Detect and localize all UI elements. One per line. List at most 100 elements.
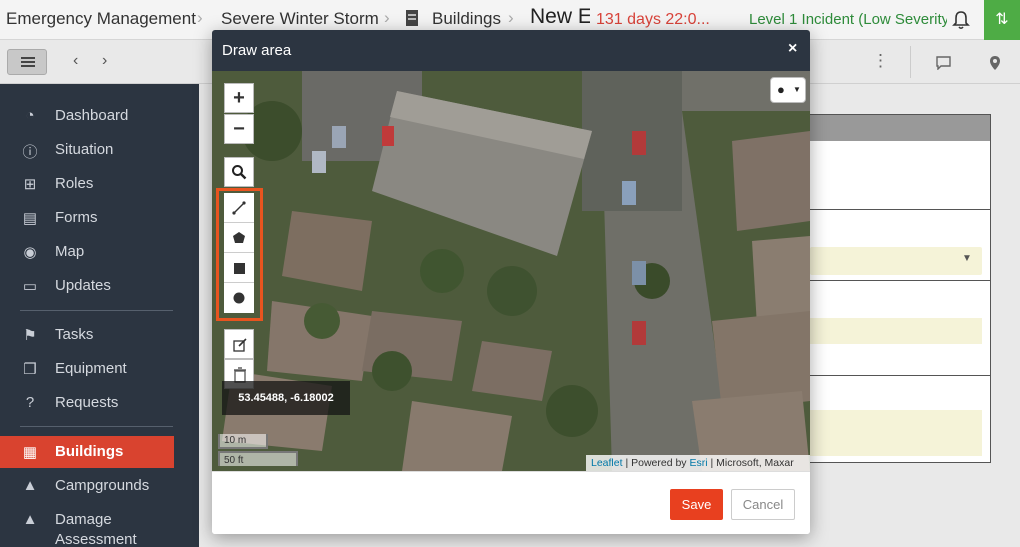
sidebar-item-label: Dashboard	[55, 107, 129, 124]
cursor-coordinates: 53.45488, -6.18002	[222, 381, 350, 415]
form-icon: ▤	[22, 210, 38, 227]
breadcrumb-separator-icon: ›	[384, 8, 390, 27]
globe-icon: ◉	[23, 244, 37, 261]
back-arrow-icon[interactable]: ‹	[73, 52, 78, 70]
draw-circle-button[interactable]	[224, 283, 254, 313]
incident-level-badge[interactable]: Level 1 Incident (Low Severity)	[749, 11, 947, 28]
sidebar-item-requests[interactable]: ? Requests	[0, 387, 199, 419]
zoom-in-button[interactable]: +	[224, 83, 254, 113]
breadcrumb-separator-icon: ›	[197, 8, 203, 27]
incident-timer: 131 days 22:0...	[596, 11, 710, 28]
modal-title: Draw area	[222, 42, 292, 59]
leaflet-link[interactable]: Leaflet	[591, 457, 623, 469]
close-icon[interactable]: ×	[788, 40, 797, 58]
draw-polygon-button[interactable]	[224, 223, 254, 253]
sidebar-item-label: Equipment	[55, 360, 127, 377]
forward-arrow-icon[interactable]: ›	[102, 52, 107, 70]
sidebar-item-label: Buildings	[55, 443, 124, 460]
sidebar-item-label: Tasks	[55, 326, 94, 343]
sidebar-item-label: Damage Assessment	[55, 511, 137, 547]
chevron-down-icon: ▼	[962, 253, 972, 264]
menu-toggle-button[interactable]	[7, 49, 47, 75]
sidebar-item-roles[interactable]: ⊞ Roles	[0, 168, 199, 200]
circle-icon	[233, 292, 245, 304]
sidebar-item-label: Updates	[55, 277, 111, 294]
textarea-field[interactable]	[810, 410, 982, 456]
flag-icon: ⚑	[23, 327, 37, 344]
layer-switcher-button[interactable]: ● ▼	[770, 77, 806, 103]
comment-icon[interactable]	[936, 56, 951, 70]
scale-bar-imperial: 50 ft	[218, 451, 298, 466]
swap-arrows-icon: ⇅	[995, 11, 1009, 28]
breadcrumb-severe-winter-storm[interactable]: Severe Winter Storm	[221, 9, 379, 29]
zoom-out-button[interactable]: −	[224, 114, 254, 144]
cubes-icon: ❒	[23, 361, 37, 378]
draw-rectangle-button[interactable]	[224, 253, 254, 283]
sidebar: ◔ Dashboard ⓘ Situation ⊞ Roles ▤ Forms …	[0, 84, 199, 547]
page-title: New E	[530, 5, 590, 28]
warning-icon: ▲	[22, 511, 38, 528]
sidebar-item-updates[interactable]: ▭ Updates	[0, 270, 199, 302]
info-icon: ⓘ	[22, 144, 38, 161]
sidebar-item-map[interactable]: ◉ Map	[0, 236, 199, 268]
sort-toggle-button[interactable]: ⇅	[984, 0, 1020, 40]
form-card-2	[809, 375, 991, 463]
caret-down-icon: ▼	[793, 85, 801, 94]
attribution-providers: | Microsoft, Maxar	[710, 457, 794, 469]
sidebar-item-forms[interactable]: ▤ Forms	[0, 202, 199, 234]
building-icon: ▦	[22, 444, 38, 461]
sidebar-item-label: Roles	[55, 175, 94, 192]
save-button[interactable]: Save	[670, 489, 723, 520]
search-icon	[232, 165, 247, 180]
breadcrumb-separator-icon: ›	[508, 8, 514, 27]
polyline-icon	[232, 201, 246, 215]
bell-icon[interactable]	[952, 10, 970, 30]
search-button[interactable]	[224, 157, 254, 187]
sidebar-item-campgrounds[interactable]: ▲ Campgrounds	[0, 470, 199, 502]
more-vertical-icon[interactable]: ⋮	[872, 51, 889, 71]
cancel-button[interactable]: Cancel	[731, 489, 795, 520]
draw-area-modal: Draw area × + − ● ▼ 53.45488, -6.18002 1…	[212, 30, 810, 534]
sidebar-item-label: Requests	[55, 394, 119, 411]
hamburger-icon	[21, 57, 35, 59]
sidebar-item-label: Campgrounds	[55, 477, 150, 494]
sidebar-item-dashboard[interactable]: ◔ Dashboard	[0, 100, 199, 132]
sidebar-item-equipment[interactable]: ❒ Equipment	[0, 353, 199, 385]
campground-icon: ▲	[22, 477, 38, 494]
map-canvas[interactable]: + − ● ▼ 53.45488, -6.18002 10 m 50 ft Le…	[212, 71, 810, 471]
rectangle-icon	[234, 263, 245, 274]
edit-icon	[233, 338, 247, 352]
chat-icon: ▭	[22, 278, 38, 295]
sidebar-divider	[20, 310, 173, 311]
modal-footer: Save Cancel	[212, 471, 810, 534]
breadcrumb-emergency-management[interactable]: Emergency Management	[6, 9, 196, 29]
form-card: ▼	[809, 114, 991, 380]
toolbar-divider	[910, 46, 911, 78]
sidebar-item-label: Map	[55, 243, 85, 260]
attribution-text: | Powered by	[625, 457, 687, 469]
polygon-icon	[233, 232, 245, 243]
map-attribution: Leaflet | Powered by Esri | Microsoft, M…	[586, 455, 810, 471]
sidebar-divider	[20, 426, 173, 427]
select-field[interactable]: ▼	[810, 247, 982, 275]
sidebar-item-damage-assessment[interactable]: ▲ Damage Assessment	[0, 504, 199, 547]
dashboard-icon: ◔	[25, 107, 35, 124]
breadcrumb-buildings[interactable]: Buildings	[432, 9, 501, 29]
draw-polyline-button[interactable]	[224, 193, 254, 223]
sidebar-item-situation[interactable]: ⓘ Situation	[0, 134, 199, 166]
modal-header: Draw area ×	[212, 30, 810, 71]
esri-link[interactable]: Esri	[689, 457, 707, 469]
map-pin-icon[interactable]	[989, 55, 1001, 71]
building-icon	[406, 10, 418, 26]
edit-layers-button[interactable]	[224, 329, 254, 359]
sidebar-item-tasks[interactable]: ⚑ Tasks	[0, 319, 199, 351]
globe-icon: ●	[777, 82, 785, 97]
text-field[interactable]	[810, 318, 982, 344]
sidebar-item-buildings[interactable]: ▦ Buildings	[0, 436, 174, 468]
org-chart-icon: ⊞	[23, 176, 37, 193]
sidebar-item-label: Situation	[55, 141, 114, 158]
question-icon: ?	[25, 394, 35, 411]
form-card-header	[810, 115, 990, 141]
sidebar-item-label: Forms	[55, 209, 98, 226]
scale-bar-metric: 10 m	[218, 434, 268, 449]
